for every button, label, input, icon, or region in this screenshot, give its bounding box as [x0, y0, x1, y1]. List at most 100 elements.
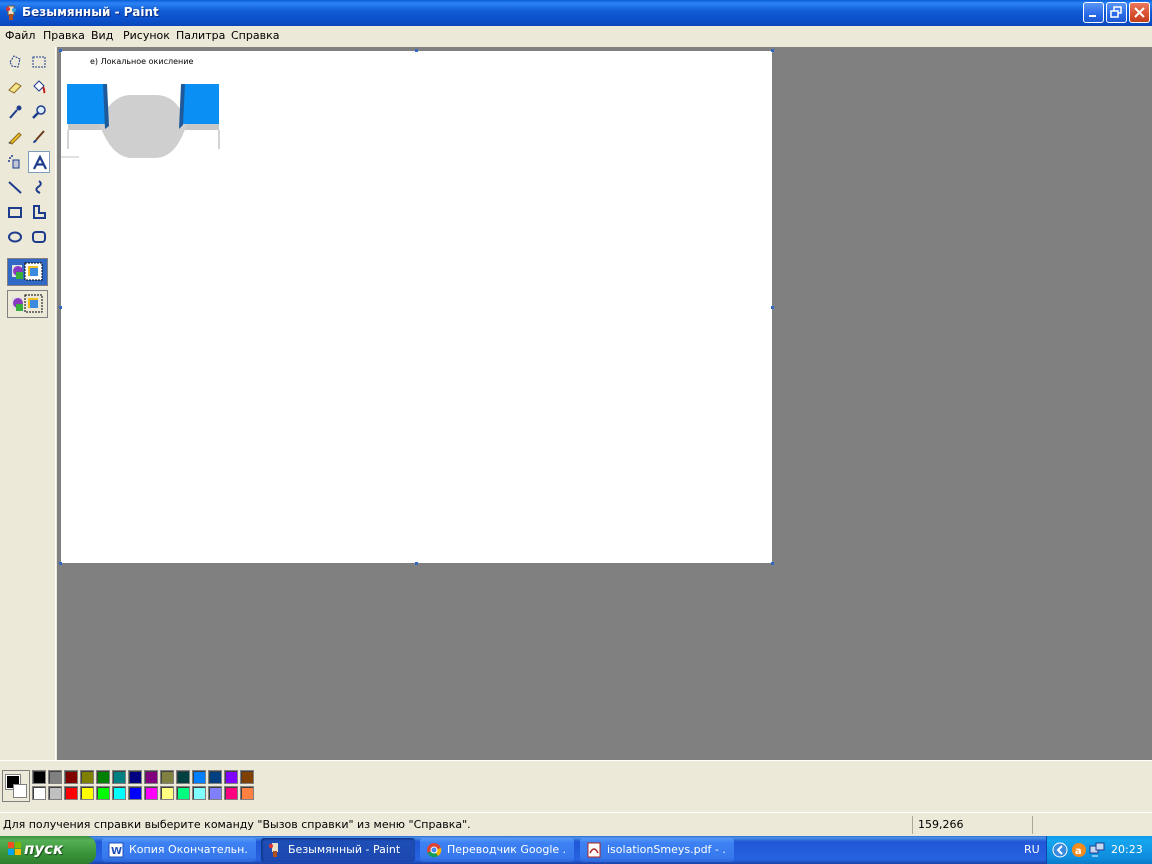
language-indicator[interactable]: RU — [1024, 843, 1040, 856]
status-bar: Для получения справки выберите команду "… — [0, 812, 1152, 836]
cursor-coordinates: 159,266 — [918, 818, 964, 831]
work-area[interactable]: е) Локальное окисление — [57, 47, 1152, 760]
color-swatch[interactable] — [48, 786, 62, 800]
window-title: Безымянный - Paint — [22, 5, 159, 19]
restore-icon — [1110, 6, 1122, 18]
color-swatch[interactable] — [240, 786, 254, 800]
start-button[interactable]: пуск — [0, 836, 96, 864]
title-bar[interactable]: Безымянный - Paint — [0, 0, 1152, 26]
pencil-tool[interactable] — [4, 126, 26, 148]
color-swatch[interactable] — [32, 770, 46, 784]
color-swatch[interactable] — [112, 786, 126, 800]
color-swatch[interactable] — [224, 786, 238, 800]
rectangle-tool[interactable] — [4, 201, 26, 223]
ellipse-tool[interactable] — [4, 226, 26, 248]
task-pdf[interactable]: isolationSmeys.pdf - ... — [580, 838, 734, 862]
rectangle-icon — [8, 207, 22, 218]
current-colors[interactable] — [2, 770, 30, 802]
eraser-icon — [8, 82, 22, 94]
color-swatch[interactable] — [80, 770, 94, 784]
svg-text:W: W — [111, 846, 122, 857]
clock[interactable]: 20:23 — [1111, 843, 1143, 856]
task-label: isolationSmeys.pdf - ... — [607, 843, 727, 856]
eraser-tool[interactable] — [4, 76, 26, 98]
drawing-canvas[interactable]: е) Локальное окисление — [59, 49, 774, 565]
color-swatch[interactable] — [144, 770, 158, 784]
color-swatch[interactable] — [48, 770, 62, 784]
pdf-icon — [587, 842, 601, 858]
airbrush-tool[interactable] — [4, 151, 26, 173]
minimize-button[interactable] — [1083, 2, 1104, 23]
color-swatch[interactable] — [96, 770, 110, 784]
menu-edit[interactable]: Правка — [43, 29, 85, 42]
line-tool[interactable] — [4, 176, 26, 198]
avast-icon[interactable]: a — [1071, 842, 1087, 858]
task-label: Безымянный - Paint — [288, 843, 401, 856]
magnifier-tool[interactable] — [28, 101, 50, 123]
color-swatch[interactable] — [144, 786, 158, 800]
toolbox — [0, 47, 56, 760]
color-swatch[interactable] — [128, 770, 142, 784]
restore-button[interactable] — [1106, 2, 1127, 23]
color-swatch[interactable] — [176, 770, 190, 784]
resize-handle[interactable] — [59, 306, 62, 309]
close-icon — [1134, 7, 1145, 18]
polygon-tool[interactable] — [28, 201, 50, 223]
color-swatch[interactable] — [32, 786, 46, 800]
rounded-rectangle-icon — [32, 231, 46, 243]
color-swatch[interactable] — [80, 786, 94, 800]
airbrush-icon — [8, 155, 20, 169]
menu-bar: Файл Правка Вид Рисунок Палитра Справка — [0, 26, 1152, 46]
resize-handle[interactable] — [415, 49, 418, 52]
show-hidden-icons-icon[interactable] — [1052, 842, 1068, 858]
close-button[interactable] — [1129, 2, 1150, 23]
color-swatch[interactable] — [112, 770, 126, 784]
menu-image[interactable]: Рисунок — [123, 29, 170, 42]
text-tool[interactable] — [28, 151, 50, 173]
menu-colors[interactable]: Палитра — [176, 29, 225, 42]
color-swatch[interactable] — [160, 770, 174, 784]
paint-icon — [269, 843, 278, 857]
task-chrome[interactable]: Переводчик Google ... — [420, 838, 574, 862]
select-tool[interactable] — [28, 51, 50, 73]
free-form-select-tool[interactable] — [4, 51, 26, 73]
resize-handle[interactable] — [771, 306, 774, 309]
pick-color-tool[interactable] — [4, 101, 26, 123]
color-swatch[interactable] — [176, 786, 190, 800]
menu-help[interactable]: Справка — [231, 29, 279, 42]
color-swatch[interactable] — [192, 786, 206, 800]
text-icon — [33, 155, 47, 170]
menu-view[interactable]: Вид — [91, 29, 113, 42]
color-swatch[interactable] — [224, 770, 238, 784]
resize-handle[interactable] — [771, 49, 774, 52]
resize-handle[interactable] — [771, 562, 774, 565]
resize-handle[interactable] — [59, 49, 62, 52]
pick-color-icon — [9, 105, 22, 119]
color-swatch[interactable] — [64, 770, 78, 784]
color-swatch[interactable] — [96, 786, 110, 800]
opaque-selection-icon — [12, 262, 43, 281]
color-swatch[interactable] — [128, 786, 142, 800]
color-swatch[interactable] — [208, 786, 222, 800]
system-tray: a 20:23 — [1046, 836, 1152, 864]
transparent-option[interactable] — [7, 290, 48, 318]
windows-logo-icon — [8, 842, 21, 855]
opaque-option[interactable] — [7, 258, 48, 286]
curve-tool[interactable] — [28, 176, 50, 198]
resize-handle[interactable] — [59, 562, 62, 565]
fill-tool[interactable] — [28, 76, 50, 98]
resize-handle[interactable] — [415, 562, 418, 565]
rounded-rectangle-tool[interactable] — [28, 226, 50, 248]
color-swatch[interactable] — [64, 786, 78, 800]
paint-window: Безымянный - Paint Файл Правка Вид Рисун… — [0, 0, 1152, 836]
color-swatch[interactable] — [192, 770, 206, 784]
menu-file[interactable]: Файл — [5, 29, 35, 42]
task-word[interactable]: W Копия Окончательн... — [102, 838, 256, 862]
task-paint[interactable]: Безымянный - Paint — [261, 838, 415, 862]
color-swatch[interactable] — [208, 770, 222, 784]
network-icon[interactable] — [1089, 842, 1105, 858]
brush-tool[interactable] — [28, 126, 50, 148]
color-swatch[interactable] — [240, 770, 254, 784]
color-swatch[interactable] — [160, 786, 174, 800]
pencil-icon — [8, 132, 22, 145]
